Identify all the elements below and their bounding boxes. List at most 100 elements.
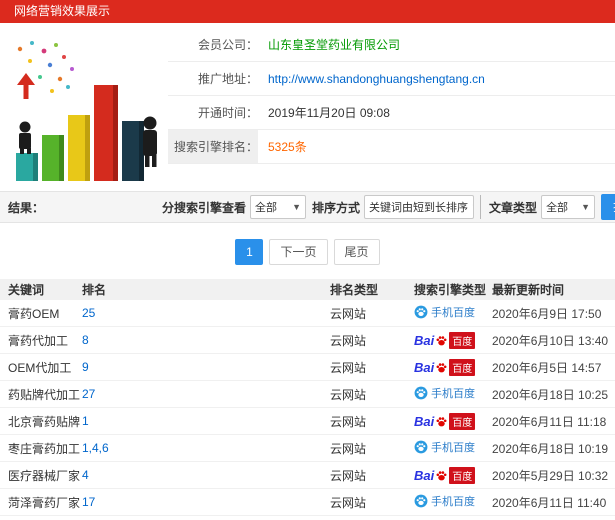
- result-label: 结果：: [8, 200, 45, 215]
- mobile-baidu-label: 手机百度: [431, 442, 475, 454]
- updated-time-cell: 2020年5月29日 10:32: [492, 468, 609, 483]
- engine-cell: 手机百度: [414, 304, 492, 322]
- engine-cell: Bai 百度: [414, 412, 492, 430]
- mobile-baidu-logo: 手机百度: [414, 493, 475, 509]
- filter-label: 分搜索引擎查看: [162, 200, 247, 215]
- baidu-paw-icon: [436, 416, 447, 426]
- rank-cell: 27: [82, 387, 330, 401]
- baidu-logo-cn-text: 百度: [449, 358, 476, 376]
- filter-selected-value: 全部: [255, 202, 278, 214]
- page-next-button[interactable]: 下一页: [269, 239, 328, 265]
- field-label: 推广地址：: [197, 72, 258, 86]
- mobile-baidu-label: 手机百度: [431, 388, 475, 400]
- filter-group: 分搜索引擎查看 全部 ▼: [162, 195, 307, 219]
- filter-label: 排序方式: [312, 200, 361, 215]
- keyword-cell: 膏药代加工: [8, 333, 69, 348]
- submit-button[interactable]: 提交: [601, 194, 615, 220]
- mobile-baidu-label: 手机百度: [431, 307, 475, 319]
- rank-cell: 9: [82, 360, 330, 374]
- baidu-logo: Bai 百度: [414, 412, 476, 430]
- rank-type-cell: 云网站: [330, 360, 367, 375]
- keyword-cell: 膏药OEM: [8, 306, 60, 321]
- info-field-row: 会员公司： 山东皇圣堂药业有限公司: [168, 28, 615, 62]
- rank-link[interactable]: 27: [82, 387, 95, 401]
- member-info-section: 会员公司： 山东皇圣堂药业有限公司 推广地址： http://www.shand…: [0, 23, 615, 191]
- filter-select[interactable]: 全部 ▼: [250, 195, 307, 219]
- column-header: 关键词: [8, 283, 45, 297]
- mobile-baidu-logo: 手机百度: [414, 304, 475, 320]
- rank-link[interactable]: 4: [82, 468, 89, 482]
- pagination: 1 下一页 尾页: [0, 223, 615, 279]
- baidu-paw-icon: [414, 494, 428, 508]
- rank-link[interactable]: 9: [82, 360, 89, 374]
- rank-link[interactable]: 1: [82, 414, 89, 428]
- results-table: 关键词 排名 排名类型 搜索引擎类型 最新更新时间 膏药OEM 25 云网站 手机百度 …: [0, 279, 615, 516]
- filter-label: 文章类型: [489, 200, 538, 215]
- baidu-logo-text: Bai: [414, 359, 435, 375]
- rank-cell: 25: [82, 306, 330, 320]
- keyword-cell: OEM代加工: [8, 360, 72, 375]
- updated-time-cell: 2020年6月18日 10:19: [492, 441, 609, 456]
- table-row: 医疗器械厂家 4 云网站 Bai 百度 2020年5月29日 10:32: [0, 462, 615, 489]
- baidu-logo: Bai 百度: [414, 466, 476, 484]
- baidu-logo-cn-text: 百度: [449, 466, 476, 484]
- filter-group: 排序方式 关键词由短到长排序 ▼: [312, 195, 475, 219]
- field-value[interactable]: 山东皇圣堂药业有限公司: [268, 36, 400, 53]
- filter-select[interactable]: 全部 ▼: [541, 195, 596, 219]
- baidu-paw-icon: [436, 470, 447, 480]
- baidu-logo: Bai 百度: [414, 358, 476, 376]
- column-header: 搜索引擎类型: [414, 283, 487, 297]
- field-value: 2019年11月20日 09:08: [268, 106, 390, 120]
- keyword-cell: 菏泽膏药厂家: [8, 495, 81, 510]
- rank-link[interactable]: 8: [82, 333, 89, 347]
- table-row: 枣庄膏药加工 1,4,6 云网站 手机百度 2020年6月18日 10:19: [0, 435, 615, 462]
- engine-cell: Bai 百度: [414, 466, 492, 484]
- mobile-baidu-logo: 手机百度: [414, 385, 475, 401]
- info-field-row: 推广地址： http://www.shandonghuangshengtang.…: [168, 62, 615, 96]
- field-label: 开通时间：: [197, 106, 258, 120]
- rank-type-cell: 云网站: [330, 387, 367, 402]
- baidu-paw-icon: [414, 440, 428, 454]
- engine-cell: Bai 百度: [414, 331, 492, 349]
- rank-type-cell: 云网站: [330, 333, 367, 348]
- bar-chart-image: [16, 41, 157, 181]
- filter-select[interactable]: 关键词由短到长排序 ▼: [364, 195, 475, 219]
- arrow-up: [17, 73, 35, 99]
- filter-bar: 结果： 分搜索引擎查看 全部 ▼ 排序方式 关键词由短到长排序 ▼ 文章类型 全…: [0, 191, 615, 223]
- field-label: 会员公司：: [197, 38, 258, 52]
- filter-group: 文章类型 全部 ▼: [480, 195, 596, 219]
- table-row: 膏药OEM 25 云网站 手机百度 2020年6月9日 17:50: [0, 300, 615, 327]
- mobile-baidu-label: 手机百度: [431, 496, 475, 508]
- engine-cell: 手机百度: [414, 439, 492, 457]
- baidu-logo-text: Bai: [414, 332, 435, 348]
- rank-type-cell: 云网站: [330, 468, 367, 483]
- rank-type-cell: 云网站: [330, 441, 367, 456]
- mobile-baidu-logo: 手机百度: [414, 439, 475, 455]
- column-header: 排名: [82, 283, 107, 297]
- keyword-cell: 北京膏药贴牌: [8, 414, 81, 429]
- table-row: 膏药代加工 8 云网站 Bai 百度 2020年6月10日 13:40: [0, 327, 615, 354]
- rank-cell: 1,4,6: [82, 441, 330, 455]
- field-value[interactable]: http://www.shandonghuangshengtang.cn: [268, 72, 485, 86]
- keyword-cell: 枣庄膏药加工: [8, 441, 81, 456]
- baidu-logo: Bai 百度: [414, 331, 476, 349]
- rank-link[interactable]: 25: [82, 306, 95, 320]
- keyword-cell: 药贴牌代加工: [8, 387, 81, 402]
- rank-type-cell: 云网站: [330, 306, 367, 321]
- rank-link[interactable]: 17: [82, 495, 95, 509]
- table-row: 菏泽膏药厂家 17 云网站 手机百度 2020年6月11日 11:40: [0, 489, 615, 516]
- filter-selected-value: 全部: [546, 202, 569, 214]
- baidu-logo-cn-text: 百度: [449, 412, 476, 430]
- updated-time-cell: 2020年6月11日 11:40: [492, 495, 607, 510]
- rank-link[interactable]: 1,4,6: [82, 441, 109, 455]
- rank-cell: 1: [82, 414, 330, 428]
- page-last-button[interactable]: 尾页: [333, 239, 380, 265]
- bars: [16, 85, 144, 181]
- engine-cell: 手机百度: [414, 493, 492, 511]
- baidu-paw-icon: [414, 386, 428, 400]
- updated-time-cell: 2020年6月18日 10:25: [492, 387, 609, 402]
- baidu-logo-text: Bai: [414, 413, 435, 429]
- page-current[interactable]: 1: [235, 239, 264, 265]
- table-row: 北京膏药贴牌 1 云网站 Bai 百度 2020年6月11日 11:18: [0, 408, 615, 435]
- chart-illustration: [0, 23, 168, 191]
